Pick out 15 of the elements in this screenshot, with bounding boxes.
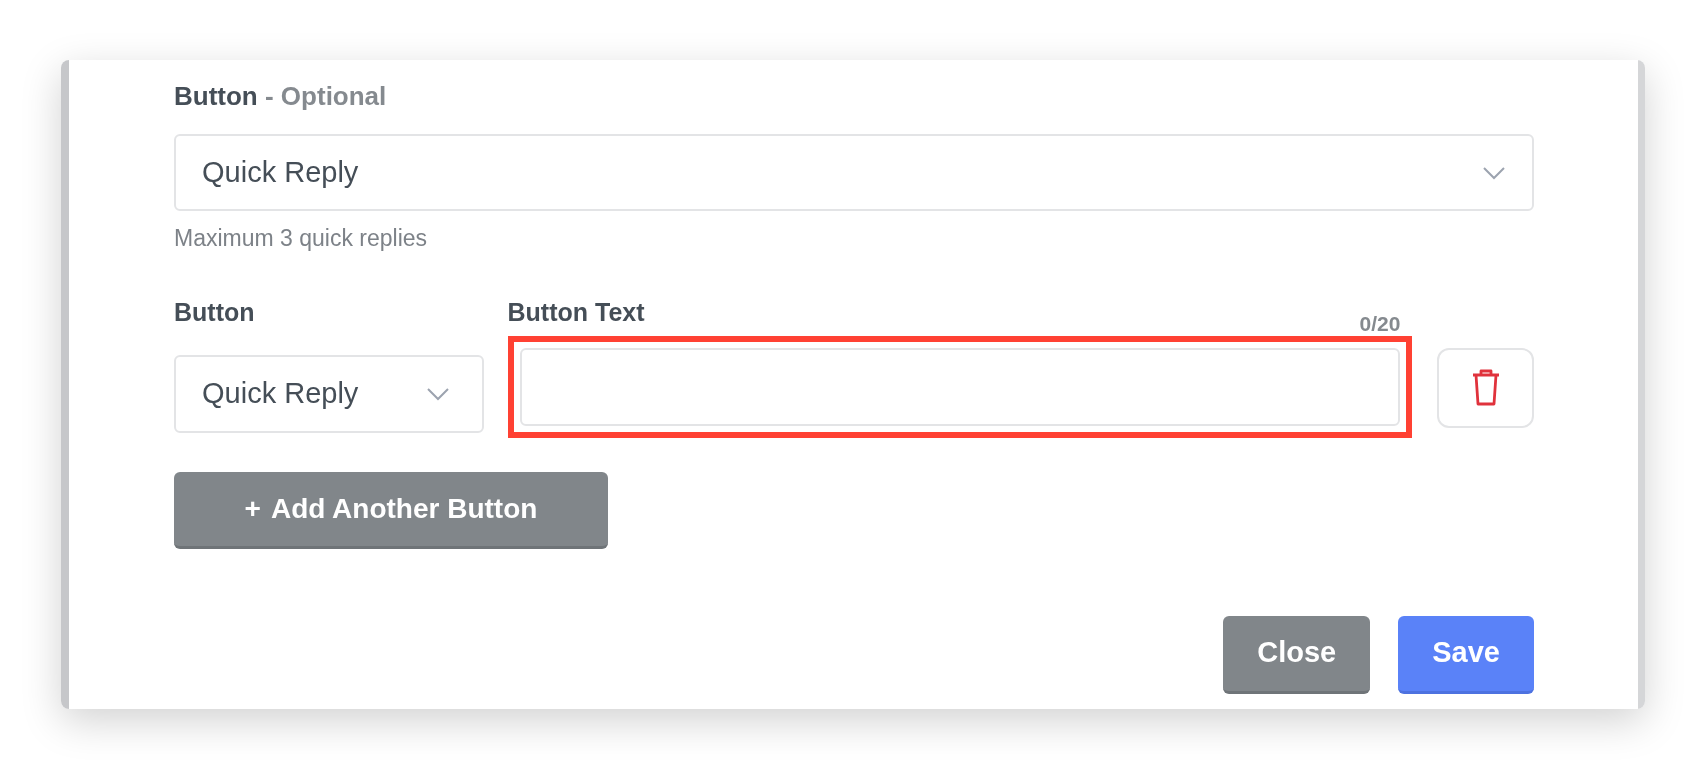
field-label: Button - Optional: [174, 80, 388, 113]
field-label: Button: [174, 296, 256, 328]
close-button[interactable]: Close: [1223, 615, 1371, 694]
type-select[interactable]: Quick Reply: [174, 134, 1534, 211]
button-type-select[interactable]: Quick Reply: [174, 354, 484, 433]
save-button[interactable]: Save: [1398, 615, 1534, 694]
button-text-field[interactable]: [519, 347, 1401, 426]
help-text: Maximum 3 quick replies: [174, 224, 429, 253]
chevron-down-icon: [1482, 165, 1506, 180]
delete-button[interactable]: [1437, 347, 1534, 428]
add-button[interactable]: + Add Another Button: [174, 471, 608, 549]
field-label: Button Text: [507, 296, 645, 328]
chevron-down-icon: [425, 386, 450, 401]
character-counter: 0/20: [1359, 311, 1401, 337]
trash-icon: [1470, 368, 1501, 407]
